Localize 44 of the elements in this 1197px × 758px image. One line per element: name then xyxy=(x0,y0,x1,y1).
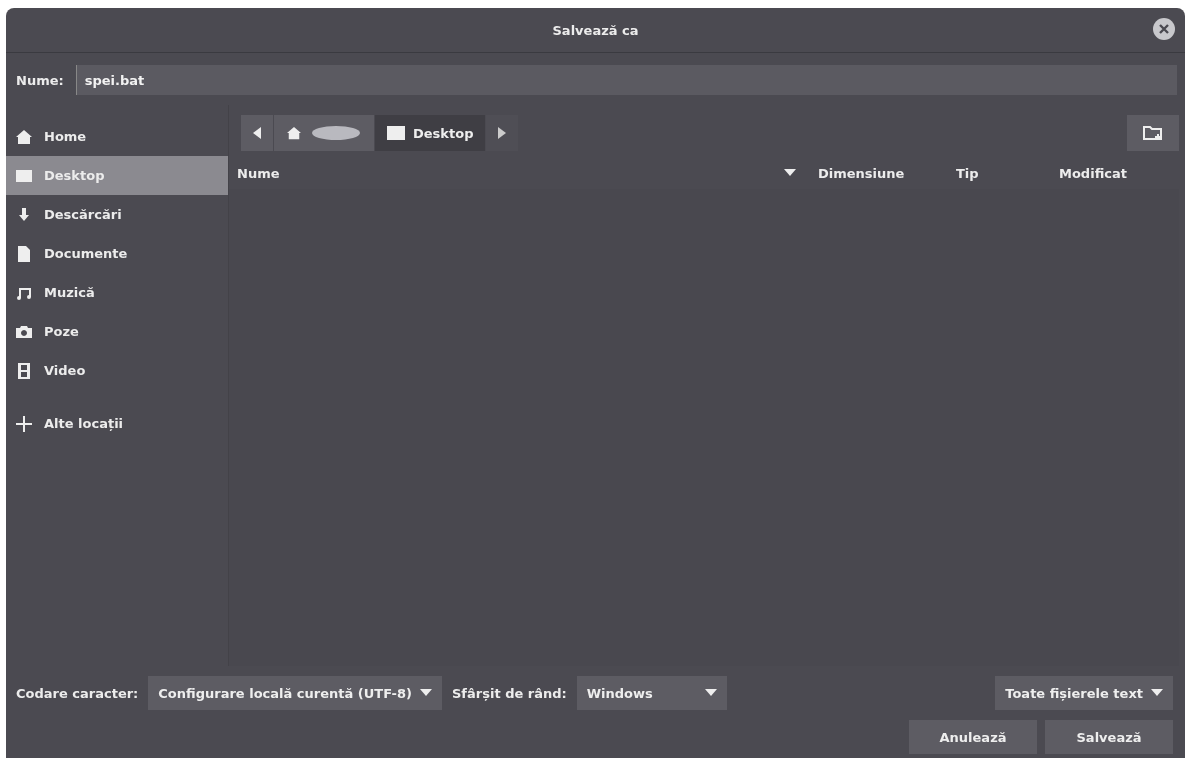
desktop-icon xyxy=(387,126,405,140)
encoding-dropdown[interactable]: Configurare locală curentă (UTF-8) xyxy=(148,676,442,710)
caret-icon xyxy=(420,689,432,697)
home-icon xyxy=(16,128,32,145)
name-field[interactable]: spei.bat xyxy=(75,65,1177,95)
blurred-label-icon xyxy=(310,125,362,141)
column-header[interactable]: Tip xyxy=(956,165,979,181)
name-label: Nume: xyxy=(16,72,64,88)
film-icon xyxy=(16,362,32,379)
camera-icon xyxy=(16,323,32,340)
file-filter-dropdown[interactable]: Toate fișierele text xyxy=(995,676,1173,710)
caret-icon xyxy=(704,689,717,697)
dialog-button[interactable]: Salvează xyxy=(1045,720,1173,754)
right-arrow-icon xyxy=(498,127,507,139)
back-button[interactable] xyxy=(241,115,274,151)
other-locations-item[interactable]: Alte locații xyxy=(6,404,228,443)
desktop-icon xyxy=(16,167,32,184)
sidebar-item[interactable]: Poze xyxy=(6,312,228,351)
encoding-label: Codare caracter: xyxy=(16,685,139,701)
dialog-button[interactable]: Anulează xyxy=(909,720,1037,754)
column-header[interactable]: Modificat xyxy=(1059,165,1127,181)
home-icon xyxy=(286,126,302,140)
document-icon xyxy=(16,245,32,262)
close-icon[interactable] xyxy=(1153,18,1175,40)
plus-icon xyxy=(16,415,32,432)
forward-button[interactable] xyxy=(486,115,520,151)
column-header[interactable]: Nume xyxy=(237,165,280,181)
caret-icon xyxy=(1151,689,1163,697)
sidebar-item[interactable]: Muzică xyxy=(6,273,228,312)
download-icon xyxy=(16,206,32,223)
new-folder-button[interactable] xyxy=(1127,115,1179,151)
home-path-button[interactable] xyxy=(274,115,375,151)
line-ending-dropdown[interactable]: Windows xyxy=(576,676,727,710)
line-ending-label: Sfârșit de rând: xyxy=(452,685,567,701)
sidebar-item[interactable]: Video xyxy=(6,351,228,390)
window-title: Salvează ca xyxy=(552,22,639,38)
path-segment-button[interactable]: Desktop xyxy=(375,115,487,151)
sort-arrow-icon[interactable] xyxy=(784,169,796,177)
sidebar-item[interactable]: Descărcări xyxy=(6,195,228,234)
sidebar-item[interactable]: Home xyxy=(6,117,228,156)
sidebar-item[interactable]: Documente xyxy=(6,234,228,273)
column-header[interactable]: Dimensiune xyxy=(818,165,905,181)
folder-plus-icon xyxy=(1143,125,1163,141)
left-arrow-icon xyxy=(253,127,261,139)
